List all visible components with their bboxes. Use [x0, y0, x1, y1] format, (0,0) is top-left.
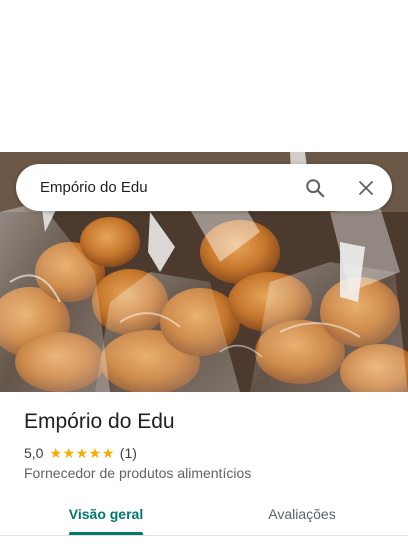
rating-value: 5,0 [24, 445, 44, 461]
star-icon: ★ [75, 445, 89, 461]
close-icon [358, 180, 373, 195]
search-input[interactable]: Empório do Edu [40, 164, 148, 211]
tab-overview[interactable]: Visão geral [56, 496, 156, 534]
star-rating: ★ ★ ★ ★ ★ [49, 446, 114, 460]
tab-reviews[interactable]: Avaliações [252, 496, 352, 534]
star-icon: ★ [101, 445, 115, 461]
map-area-blank [0, 0, 408, 152]
star-icon: ★ [88, 445, 102, 461]
tabs-divider [0, 535, 408, 536]
search-bar[interactable]: Empório do Edu [16, 164, 392, 211]
rating-row[interactable]: 5,0 ★ ★ ★ ★ ★ (1) [24, 444, 137, 462]
star-icon: ★ [49, 445, 63, 461]
place-title: Empório do Edu [24, 410, 175, 433]
place-category: Fornecedor de produtos alimentícios [24, 465, 252, 481]
place-tabs: Visão geral Avaliações [0, 496, 408, 536]
star-icon: ★ [62, 445, 76, 461]
search-icon [305, 178, 324, 197]
review-count[interactable]: (1) [120, 445, 137, 461]
close-button[interactable] [351, 173, 380, 202]
search-button[interactable] [300, 173, 329, 202]
